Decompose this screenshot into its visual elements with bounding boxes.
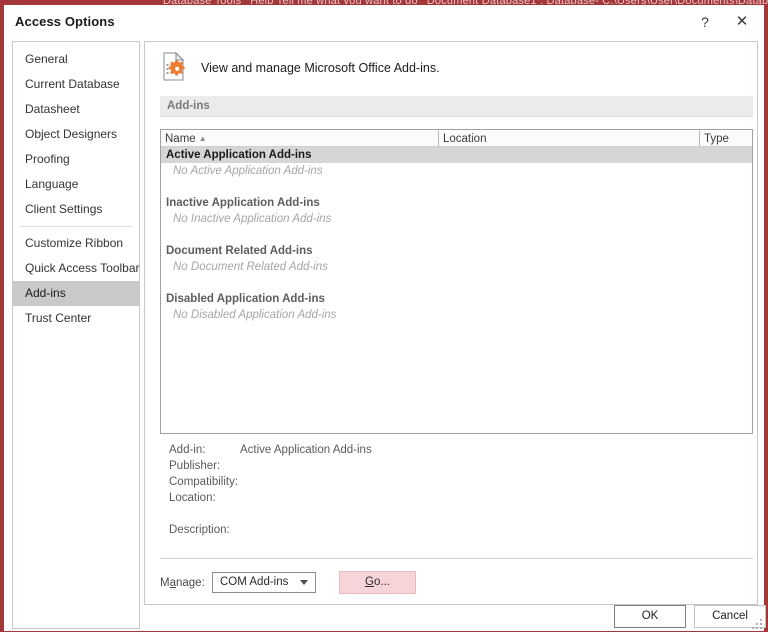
manage-divider [160,558,753,559]
list-column-headers: Name ▲ Location Type [161,130,752,147]
detail-value-addin: Active Application Add-ins [240,444,372,456]
detail-row-location: Location: [160,490,753,506]
add-in-details: Add-in: Active Application Add-ins Publi… [160,442,753,538]
sidebar-item-object-designers[interactable]: Object Designers [13,122,139,147]
access-options-dialog: Access Options ? ✕ General Current Datab… [3,4,766,632]
options-category-list: General Current Database Datasheet Objec… [12,41,140,629]
sidebar-item-client-settings[interactable]: Client Settings [13,197,139,222]
add-ins-section-bar: Add-ins [160,96,753,117]
sidebar-item-label: Datasheet [25,102,80,116]
sidebar-item-datasheet[interactable]: Datasheet [13,97,139,122]
sidebar-item-label: General [25,52,68,66]
sidebar-item-label: Language [25,177,79,191]
column-header-label: Type [704,133,729,145]
manage-label-post: nage: [176,576,205,589]
column-header-label: Location [443,133,487,145]
detail-label-description: Description: [169,524,230,536]
ok-button[interactable]: OK [614,605,686,628]
sidebar-item-general[interactable]: General [13,47,139,72]
sidebar-item-proofing[interactable]: Proofing [13,147,139,172]
list-group-document-related: Document Related Add-ins No Document Rel… [161,243,752,275]
manage-dropdown[interactable]: COM Add-ins [212,572,316,593]
list-group-disabled: Disabled Application Add-ins No Disabled… [161,291,752,323]
group-empty-text: No Inactive Application Add-ins [173,213,332,225]
column-header-label: Name [165,133,196,146]
panel-header: View and manage Microsoft Office Add-ins… [161,51,440,84]
sidebar-item-label: Add-ins [25,286,66,300]
manage-label-pre: M [160,576,170,589]
sidebar-item-trust-center[interactable]: Trust Center [13,306,139,331]
list-group-active: Active Application Add-ins No Active App… [161,147,752,179]
sidebar-item-label: Quick Access Toolbar [25,261,140,275]
group-empty-text: No Disabled Application Add-ins [173,309,337,321]
sidebar-item-quick-access-toolbar[interactable]: Quick Access Toolbar [13,256,140,281]
go-button[interactable]: Go... [339,571,416,594]
document-gear-icon [161,51,189,84]
manage-row: Manage: COM Add-ins Go... [160,571,416,594]
chevron-down-icon [300,580,308,585]
manage-label: Manage: [160,577,212,589]
resize-grip[interactable] [750,617,762,629]
sidebar-item-language[interactable]: Language [13,172,139,197]
group-heading[interactable]: Inactive Application Add-ins [161,195,752,211]
group-heading[interactable]: Active Application Add-ins [161,147,752,163]
detail-row-compatibility: Compatibility: [160,474,753,490]
panel-header-text: View and manage Microsoft Office Add-ins… [201,61,440,75]
dialog-titlebar: Access Options ? ✕ [4,5,764,39]
group-heading[interactable]: Disabled Application Add-ins [161,291,752,307]
column-header-name[interactable]: Name ▲ [161,130,439,146]
dialog-title: Access Options [15,14,115,29]
detail-label-publisher: Publisher: [169,460,221,472]
sidebar-divider [19,226,133,227]
add-ins-list[interactable]: Name ▲ Location Type Active Application A… [160,129,753,434]
sidebar-item-label: Customize Ribbon [25,236,124,250]
sidebar-item-label: Proofing [25,152,70,166]
detail-row-addin: Add-in: Active Application Add-ins [160,442,753,458]
detail-label-addin: Add-in: [169,444,206,456]
sidebar-item-label: Object Designers [25,127,118,141]
column-header-type[interactable]: Type [700,130,752,146]
detail-label-compatibility: Compatibility: [169,476,239,488]
detail-row-publisher: Publisher: [160,458,753,474]
group-heading[interactable]: Document Related Add-ins [161,243,752,259]
go-label-post: o... [373,576,390,588]
sidebar-item-label: Client Settings [25,202,103,216]
help-icon[interactable]: ? [691,9,719,35]
sidebar-item-label: Current Database [25,77,120,91]
sidebar-item-label: Trust Center [25,311,92,325]
add-ins-section-label: Add-ins [167,100,210,112]
close-icon[interactable]: ✕ [728,9,756,35]
manage-dropdown-value: COM Add-ins [220,576,289,588]
sidebar-item-add-ins[interactable]: Add-ins [13,281,139,306]
sort-ascending-icon: ▲ [198,134,207,143]
detail-row-description: Description: [160,522,753,538]
group-empty-text: No Active Application Add-ins [173,165,323,177]
column-header-location[interactable]: Location [439,130,700,146]
list-group-inactive: Inactive Application Add-ins No Inactive… [161,195,752,227]
sidebar-item-current-database[interactable]: Current Database [13,72,139,97]
sidebar-item-customize-ribbon[interactable]: Customize Ribbon [13,231,139,256]
detail-label-location: Location: [169,492,216,504]
add-ins-panel: View and manage Microsoft Office Add-ins… [144,41,758,605]
list-body: Active Application Add-ins No Active App… [161,147,752,433]
go-label-accel: G [365,576,374,588]
group-empty-text: No Document Related Add-ins [173,261,328,273]
